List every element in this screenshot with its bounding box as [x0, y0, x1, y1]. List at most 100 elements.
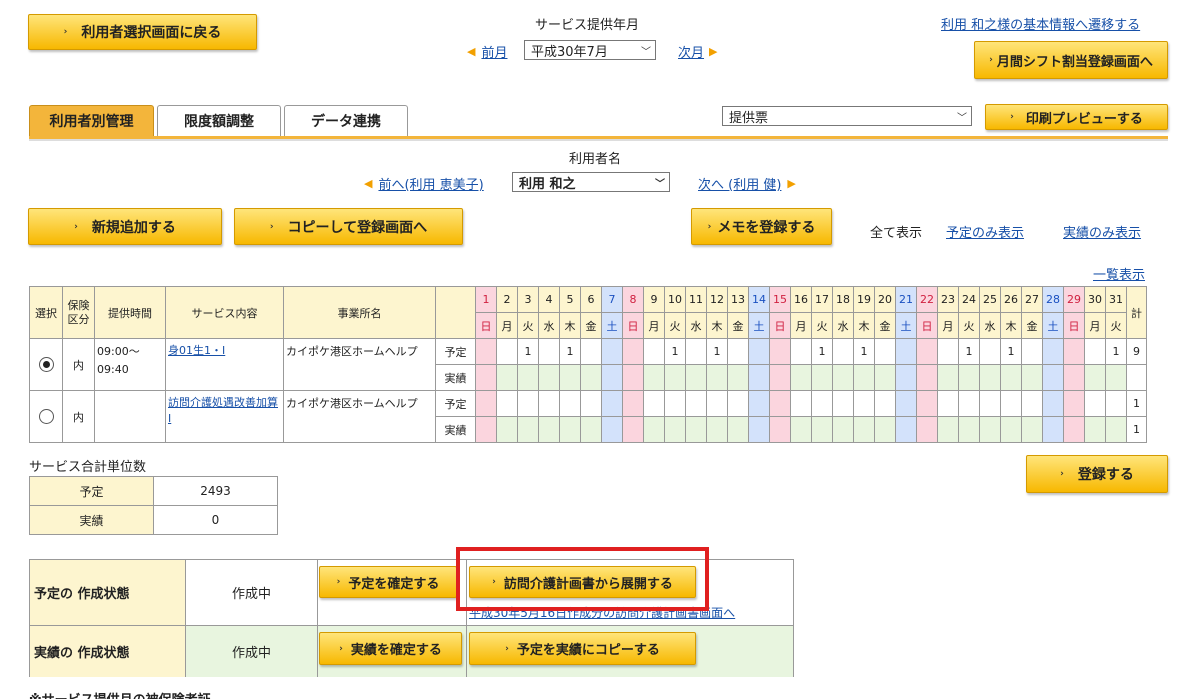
- confirm-plan-button[interactable]: › 予定を確定する: [319, 566, 457, 598]
- actual-cell[interactable]: [769, 364, 791, 391]
- plan-cell[interactable]: [895, 390, 917, 417]
- tab-user-management[interactable]: 利用者別管理: [29, 105, 154, 136]
- actual-cell[interactable]: [811, 416, 833, 443]
- actual-cell[interactable]: [580, 364, 602, 391]
- plan-cell[interactable]: [538, 390, 560, 417]
- plan-cell[interactable]: [559, 390, 581, 417]
- register-memo-button[interactable]: › メモを登録する: [691, 208, 832, 245]
- plan-cell[interactable]: [769, 338, 791, 365]
- plan-cell[interactable]: [685, 390, 707, 417]
- actual-cell[interactable]: [664, 364, 686, 391]
- plan-cell[interactable]: [916, 338, 938, 365]
- plan-cell[interactable]: [790, 390, 812, 417]
- actual-cell[interactable]: [727, 364, 749, 391]
- actual-cell[interactable]: [706, 416, 728, 443]
- actual-cell[interactable]: [601, 416, 623, 443]
- actual-cell[interactable]: [811, 364, 833, 391]
- plan-cell[interactable]: 1: [958, 338, 980, 365]
- plan-cell[interactable]: 1: [1105, 338, 1127, 365]
- month-select[interactable]: 平成30年7月 ﹀: [524, 40, 656, 60]
- actual-cell[interactable]: [853, 416, 875, 443]
- row-select-radio[interactable]: [38, 409, 54, 424]
- new-entry-button[interactable]: › 新規追加する: [28, 208, 222, 245]
- plan-cell[interactable]: [1021, 338, 1043, 365]
- plan-cell[interactable]: [1084, 390, 1106, 417]
- plan-cell[interactable]: [685, 338, 707, 365]
- plan-cell[interactable]: [643, 338, 665, 365]
- actual-cell[interactable]: [937, 416, 959, 443]
- actual-cell[interactable]: [748, 416, 770, 443]
- actual-cell[interactable]: [643, 364, 665, 391]
- show-actual-only-link[interactable]: 実績のみ表示: [1063, 222, 1141, 241]
- plan-cell[interactable]: [538, 338, 560, 365]
- plan-cell[interactable]: [601, 338, 623, 365]
- actual-cell[interactable]: [937, 364, 959, 391]
- actual-cell[interactable]: [895, 416, 917, 443]
- basic-info-link[interactable]: 利用 和之様の基本情報へ遷移する: [941, 14, 1140, 33]
- row-service-link[interactable]: 訪問介護処遇改善加算I: [168, 396, 278, 425]
- plan-cell[interactable]: [622, 338, 644, 365]
- plan-cell[interactable]: [832, 338, 854, 365]
- plan-cell[interactable]: [1105, 390, 1127, 417]
- next-month-link[interactable]: 次月: [678, 42, 704, 61]
- plan-cell[interactable]: [769, 390, 791, 417]
- plan-cell[interactable]: [937, 390, 959, 417]
- plan-cell[interactable]: [580, 390, 602, 417]
- plan-cell[interactable]: [979, 338, 1001, 365]
- actual-cell[interactable]: [1105, 416, 1127, 443]
- actual-cell[interactable]: [685, 416, 707, 443]
- actual-cell[interactable]: [790, 416, 812, 443]
- actual-cell[interactable]: [874, 416, 896, 443]
- plan-cell[interactable]: [832, 390, 854, 417]
- plan-cell[interactable]: [1063, 338, 1085, 365]
- actual-cell[interactable]: [538, 364, 560, 391]
- plan-cell[interactable]: 1: [811, 338, 833, 365]
- plan-cell[interactable]: [664, 390, 686, 417]
- actual-cell[interactable]: [475, 416, 497, 443]
- monthly-shift-button[interactable]: › 月間シフト割当登録画面へ: [974, 41, 1168, 79]
- plan-cell[interactable]: [1084, 338, 1106, 365]
- actual-cell[interactable]: [1105, 364, 1127, 391]
- plan-cell[interactable]: [916, 390, 938, 417]
- tab-data-link[interactable]: データ連携: [284, 105, 408, 136]
- actual-cell[interactable]: [958, 416, 980, 443]
- plan-cell[interactable]: 1: [664, 338, 686, 365]
- actual-cell[interactable]: [559, 364, 581, 391]
- plan-cell[interactable]: [643, 390, 665, 417]
- actual-cell[interactable]: [1042, 364, 1064, 391]
- actual-cell[interactable]: [979, 416, 1001, 443]
- actual-cell[interactable]: [790, 364, 812, 391]
- plan-cell[interactable]: [706, 390, 728, 417]
- actual-cell[interactable]: [748, 364, 770, 391]
- plan-cell[interactable]: [517, 390, 539, 417]
- actual-cell[interactable]: [685, 364, 707, 391]
- plan-cell[interactable]: [580, 338, 602, 365]
- actual-cell[interactable]: [622, 364, 644, 391]
- actual-cell[interactable]: [517, 416, 539, 443]
- plan-cell[interactable]: 1: [559, 338, 581, 365]
- plan-cell[interactable]: [1042, 338, 1064, 365]
- actual-cell[interactable]: [1000, 364, 1022, 391]
- actual-cell[interactable]: [895, 364, 917, 391]
- actual-cell[interactable]: [769, 416, 791, 443]
- actual-cell[interactable]: [664, 416, 686, 443]
- plan-cell[interactable]: [475, 338, 497, 365]
- actual-cell[interactable]: [496, 416, 518, 443]
- tab-limit-adjustment[interactable]: 限度額調整: [157, 105, 281, 136]
- actual-cell[interactable]: [1021, 416, 1043, 443]
- actual-cell[interactable]: [1021, 364, 1043, 391]
- plan-cell[interactable]: [727, 390, 749, 417]
- confirm-actual-button[interactable]: › 実績を確定する: [319, 632, 462, 665]
- list-view-link[interactable]: 一覧表示: [1093, 264, 1145, 283]
- next-user-link[interactable]: 次へ (利用 健): [698, 174, 781, 193]
- actual-cell[interactable]: [580, 416, 602, 443]
- plan-cell[interactable]: [853, 390, 875, 417]
- actual-cell[interactable]: [1084, 364, 1106, 391]
- actual-cell[interactable]: [1000, 416, 1022, 443]
- actual-cell[interactable]: [622, 416, 644, 443]
- actual-cell[interactable]: [979, 364, 1001, 391]
- print-preview-button[interactable]: › 印刷プレビューする: [985, 104, 1168, 130]
- plan-cell[interactable]: [622, 390, 644, 417]
- plan-cell[interactable]: [874, 390, 896, 417]
- actual-cell[interactable]: [727, 416, 749, 443]
